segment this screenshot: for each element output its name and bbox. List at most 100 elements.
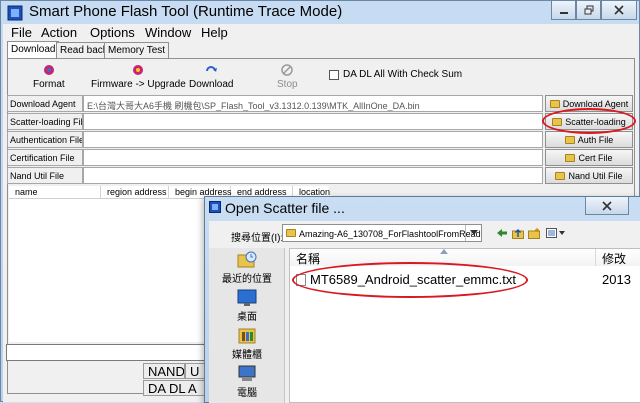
firmware-icon	[133, 65, 144, 75]
restore-icon	[584, 5, 593, 15]
new-folder-button[interactable]	[527, 226, 541, 240]
status-nand: NAND	[143, 363, 185, 379]
dialog-app-icon	[209, 201, 221, 213]
download-agent-label: Download Agent	[7, 95, 83, 112]
menu-action[interactable]: Action	[41, 25, 77, 40]
close-icon	[602, 200, 612, 211]
text-file-icon	[296, 274, 306, 286]
da-dl-checkbox-label: DA DL All With Check Sum	[343, 69, 463, 80]
minimize-icon	[559, 12, 568, 14]
folder-icon	[286, 229, 296, 237]
download-arrow-icon	[206, 66, 218, 72]
folder-icon	[555, 171, 566, 180]
menu-help[interactable]: Help	[201, 25, 228, 40]
folder-icon	[565, 153, 576, 162]
download-agent-button[interactable]: Download Agent	[545, 95, 633, 112]
main-window: Smart Phone Flash Tool (Runtime Trace Mo…	[0, 0, 640, 403]
certification-file-label: Certification File	[7, 149, 83, 166]
auth-file-button-label: Auth File	[577, 134, 614, 145]
da-dl-checkbox[interactable]	[329, 70, 339, 80]
view-menu-icon	[546, 228, 565, 238]
place-computer[interactable]: 電腦	[209, 365, 285, 399]
auth-file-button[interactable]: Auth File	[545, 131, 633, 148]
look-in-dropdown-arrow[interactable]	[465, 225, 481, 241]
file-name: MT6589_Android_scatter_emmc.txt	[310, 272, 516, 287]
look-in-value: Amazing-A6_130708_ForFlashtoolFromRead	[299, 229, 481, 239]
scatter-loading-field[interactable]	[83, 113, 543, 130]
restore-button[interactable]	[576, 1, 601, 20]
format-icon	[43, 65, 54, 75]
scatter-loading-label: Scatter-loading File	[7, 113, 83, 130]
firmware-upgrade-label: Firmware -> Upgrade	[91, 79, 186, 90]
menu-file[interactable]: File	[11, 25, 32, 40]
column-header-modified[interactable]: 修改	[596, 249, 640, 266]
sort-ascending-icon	[440, 249, 448, 254]
app-icon	[7, 5, 23, 21]
dialog-close-button[interactable]	[585, 197, 629, 215]
nand-util-file-button-label: Nand Util File	[568, 170, 623, 181]
column-region-address[interactable]: region address	[101, 186, 169, 199]
download-agent-field[interactable]: E:\台灣大哥大A6手機 刷機包\SP_Flash_Tool_v3.1312.0…	[83, 95, 543, 112]
place-libraries[interactable]: 媒體櫃	[209, 327, 285, 361]
dialog-title: Open Scatter file ...	[225, 200, 345, 216]
column-name[interactable]: name	[9, 186, 101, 199]
places-bar: 最近的位置 桌面 媒體櫃 電腦	[209, 248, 285, 403]
chevron-down-icon	[469, 230, 478, 235]
tab-memory-test[interactable]: Memory Test	[104, 42, 170, 58]
computer-icon	[238, 365, 256, 381]
nand-util-file-button[interactable]: Nand Util File	[545, 167, 633, 184]
nand-util-file-field[interactable]	[83, 167, 543, 184]
place-recent[interactable]: 最近的位置	[209, 251, 285, 285]
file-list: 名稱 修改 MT6589_Android_scatter_emmc.txt 20…	[289, 248, 640, 403]
format-label: Format	[33, 79, 65, 90]
folder-icon	[552, 117, 563, 126]
download-label: Download	[189, 79, 234, 90]
download-button[interactable]: Download	[189, 63, 233, 90]
up-folder-button[interactable]	[511, 226, 525, 240]
back-arrow-icon	[497, 229, 507, 237]
menu-window[interactable]: Window	[145, 25, 191, 40]
place-computer-label: 電腦	[237, 388, 257, 399]
file-row[interactable]: MT6589_Android_scatter_emmc.txt 2013	[292, 271, 640, 289]
cert-file-button-label: Cert File	[578, 152, 613, 163]
open-scatter-dialog: Open Scatter file ... 搜尋位置(I): Amazing-A…	[204, 196, 640, 403]
recent-places-icon	[237, 251, 257, 268]
column-header-name-label: 名稱	[296, 252, 321, 266]
menu-options[interactable]: Options	[90, 25, 135, 40]
certification-file-field[interactable]	[83, 149, 543, 166]
stop-icon	[281, 64, 294, 76]
minimize-button[interactable]	[551, 1, 576, 20]
stop-button[interactable]: Stop	[277, 63, 298, 90]
new-folder-icon	[528, 227, 540, 239]
desktop-icon	[237, 289, 257, 306]
up-folder-icon	[512, 228, 524, 239]
place-desktop[interactable]: 桌面	[209, 289, 285, 323]
place-desktop-label: 桌面	[237, 312, 257, 323]
status-u: U	[185, 363, 205, 379]
download-agent-button-label: Download Agent	[562, 98, 629, 109]
close-button[interactable]	[601, 1, 637, 20]
format-button[interactable]: Format	[33, 63, 65, 90]
progress-bar	[6, 344, 206, 361]
cert-file-button[interactable]: Cert File	[545, 149, 633, 166]
partition-table-body	[9, 199, 204, 342]
authentication-file-field[interactable]	[83, 131, 543, 148]
folder-icon	[564, 135, 575, 144]
file-date: 2013	[602, 272, 631, 287]
view-menu-button[interactable]	[545, 226, 567, 240]
authentication-file-label: Authentication File	[7, 131, 83, 148]
scatter-loading-button-label: Scatter-loading	[565, 116, 626, 127]
place-recent-label: 最近的位置	[222, 274, 272, 285]
look-in-select[interactable]: Amazing-A6_130708_ForFlashtoolFromRead	[282, 224, 482, 242]
dialog-client: 搜尋位置(I): Amazing-A6_130708_ForFlashtoolF…	[209, 221, 640, 403]
tab-download[interactable]: Download	[7, 41, 60, 59]
back-button[interactable]	[495, 226, 509, 240]
nand-util-file-label: Nand Util File	[7, 167, 83, 184]
folder-icon	[549, 99, 560, 108]
column-header-modified-label: 修改	[602, 252, 627, 266]
menu-bar: File Action Options Window Help	[3, 24, 639, 42]
title-bar: Smart Phone Flash Tool (Runtime Trace Mo…	[1, 1, 639, 24]
firmware-upgrade-button[interactable]: Firmware -> Upgrade	[91, 63, 186, 90]
close-icon	[614, 5, 624, 15]
scatter-loading-button[interactable]: Scatter-loading	[545, 113, 633, 130]
